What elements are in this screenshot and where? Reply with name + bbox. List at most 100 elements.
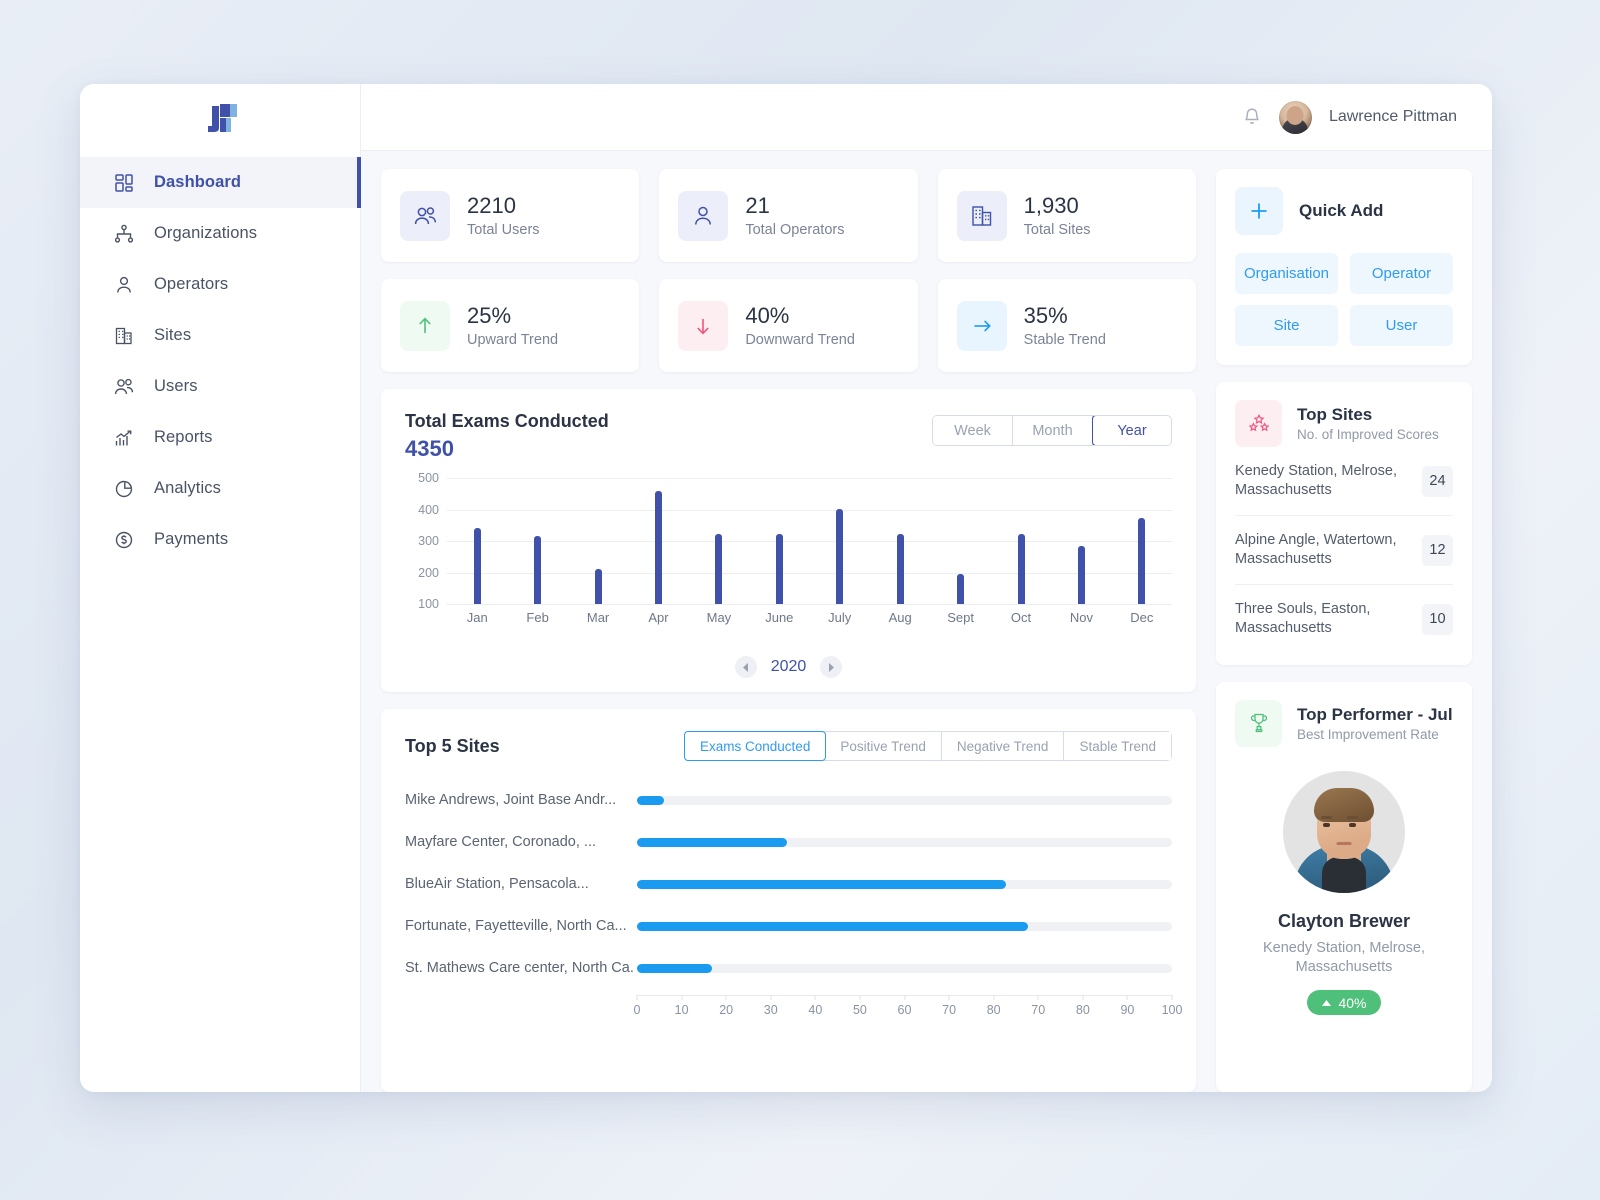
quick-add-user-button[interactable]: User xyxy=(1350,305,1453,346)
bar[interactable] xyxy=(775,534,783,604)
x-tick xyxy=(993,995,995,1000)
top5-bar-fill[interactable] xyxy=(637,837,787,847)
bar-column xyxy=(870,478,930,604)
stat-label: Total Operators xyxy=(745,221,845,238)
top-performer-subtitle: Best Improvement Rate xyxy=(1297,726,1439,742)
sidebar-item-payments[interactable]: Payments xyxy=(80,514,360,565)
top5-bar-fill[interactable] xyxy=(637,921,1028,931)
top5-bar-fill[interactable] xyxy=(637,963,712,973)
range-week-button[interactable]: Week xyxy=(933,416,1013,445)
top-site-name: Alpine Angle, Watertown, Massachusetts xyxy=(1235,531,1397,568)
top5-bar-track xyxy=(637,795,1172,805)
next-year-button[interactable] xyxy=(820,656,843,678)
stat-value: 35% xyxy=(1023,303,1068,329)
x-tick-label: 90 xyxy=(1120,1003,1135,1017)
bar-column xyxy=(689,478,749,604)
sidebar-item-reports[interactable]: Reports xyxy=(80,412,360,463)
sidebar-item-analytics[interactable]: Analytics xyxy=(80,463,360,514)
sidebar-item-sites[interactable]: Sites xyxy=(80,310,360,361)
bar[interactable] xyxy=(1138,518,1146,604)
top5-bar-label: Mike Andrews, Joint Base Andr... xyxy=(405,792,617,808)
quick-add-site-button[interactable]: Site xyxy=(1235,305,1338,346)
bar[interactable] xyxy=(473,528,481,604)
bar[interactable] xyxy=(534,536,542,604)
bar[interactable] xyxy=(654,491,662,604)
bar[interactable] xyxy=(836,508,844,604)
quick-add-buttons: Organisation Operator Site User xyxy=(1235,253,1453,346)
stat-card-upward-trend[interactable]: 25% Upward Trend xyxy=(381,279,640,372)
bar[interactable] xyxy=(896,534,904,604)
users-icon xyxy=(114,378,134,394)
tab-negative-trend[interactable]: Negative Trend xyxy=(941,732,1065,760)
top5-bar-fill[interactable] xyxy=(637,795,664,805)
right-column: Quick Add Organisation Operator Site Use… xyxy=(1216,169,1472,1092)
top5-bar-row: Fortunate, Fayetteville, North Ca... xyxy=(405,905,1172,947)
stat-label: Upward Trend xyxy=(467,331,559,348)
pie-chart-icon xyxy=(115,480,133,497)
stat-card-total-sites[interactable]: 1,930 Total Sites xyxy=(937,169,1196,262)
stat-value: 1,930 xyxy=(1023,193,1079,219)
current-year: 2020 xyxy=(770,658,807,675)
sidebar-item-users[interactable]: Users xyxy=(80,361,360,412)
stat-card-downward-trend[interactable]: 40% Downward Trend xyxy=(659,279,918,372)
quick-add-header: Quick Add xyxy=(1235,187,1453,235)
top-site-count: 12 xyxy=(1422,534,1453,566)
y-tick-label: 500 xyxy=(418,471,439,485)
bar-column xyxy=(930,478,990,604)
bar[interactable] xyxy=(957,573,965,604)
tab-exams-conducted[interactable]: Exams Conducted xyxy=(684,731,827,761)
x-tick xyxy=(814,995,816,1000)
bar[interactable] xyxy=(1077,546,1085,604)
top-site-row[interactable]: Three Souls, Easton, Massachusetts 10 xyxy=(1235,585,1453,653)
range-year-button[interactable]: Year xyxy=(1092,416,1171,445)
x-tick-label: Mar xyxy=(586,610,610,625)
app-logo[interactable] xyxy=(80,84,360,151)
chevron-right-icon xyxy=(828,662,834,672)
bar[interactable] xyxy=(715,534,723,604)
top-sites-list: Kenedy Station, Melrose, Massachusetts 24… xyxy=(1235,447,1453,653)
bar[interactable] xyxy=(594,569,602,604)
top-site-name: Kenedy Station, Melrose, Massachusetts xyxy=(1235,463,1398,499)
tab-stable-trend[interactable]: Stable Trend xyxy=(1064,732,1171,760)
top-site-count: 10 xyxy=(1422,603,1453,635)
top5-bar-track xyxy=(637,963,1172,973)
exams-total: 4350 xyxy=(405,436,454,461)
stat-card-total-users[interactable]: 2210 Total Users xyxy=(381,169,640,262)
quick-add-organisation-button[interactable]: Organisation xyxy=(1235,253,1338,294)
x-tick-label: 40 xyxy=(808,1003,823,1017)
quick-add-button[interactable] xyxy=(1235,187,1283,235)
x-tick xyxy=(1126,995,1128,1000)
range-month-button[interactable]: Month xyxy=(1013,416,1093,445)
quick-add-operator-button[interactable]: Operator xyxy=(1350,253,1453,294)
top5-bar-fill[interactable] xyxy=(637,879,1007,889)
sidebar-item-organizations[interactable]: Organizations xyxy=(80,208,360,259)
sidebar-item-dashboard[interactable]: Dashboard xyxy=(80,157,361,208)
top-performer-title: Top Performer - Jul xyxy=(1297,704,1453,724)
top-sites-title: Top Sites xyxy=(1297,405,1373,424)
top-site-row[interactable]: Kenedy Station, Melrose, Massachusetts 24 xyxy=(1235,447,1453,516)
bar[interactable] xyxy=(1017,534,1025,604)
top5-bar-label: Fortunate, Fayetteville, North Ca... xyxy=(405,918,627,934)
tab-positive-trend[interactable]: Positive Trend xyxy=(825,732,942,760)
sidebar-item-label: Organizations xyxy=(154,224,258,242)
stat-label: Stable Trend xyxy=(1023,331,1106,348)
user-icon xyxy=(117,276,131,293)
stat-card-total-operators[interactable]: 21 Total Operators xyxy=(659,169,918,262)
stats-row-trends: 25% Upward Trend 40% Downward Trend 35% … xyxy=(381,279,1196,372)
top5-bar-row: St. Mathews Care center, North Ca. xyxy=(405,947,1172,989)
x-tick xyxy=(1037,995,1039,1000)
x-tick-label: Apr xyxy=(648,610,669,625)
prev-year-button[interactable] xyxy=(734,656,757,678)
sidebar-item-operators[interactable]: Operators xyxy=(80,259,360,310)
y-tick-label: 200 xyxy=(418,565,439,580)
bell-icon[interactable] xyxy=(1242,106,1262,128)
top-sites-subtitle: No. of Improved Scores xyxy=(1297,427,1439,442)
top-site-row[interactable]: Alpine Angle, Watertown, Massachusetts 12 xyxy=(1235,516,1453,585)
avatar[interactable] xyxy=(1278,100,1312,134)
exams-range-toggle: Week Month Year xyxy=(932,415,1172,446)
x-tick-label: 80 xyxy=(986,1003,1001,1017)
exams-header: Total Exams Conducted 4350 Week Month Ye… xyxy=(405,411,1172,462)
sidebar-item-label: Payments xyxy=(154,530,229,548)
x-tick-label: 0 xyxy=(633,1003,641,1017)
stat-card-stable-trend[interactable]: 35% Stable Trend xyxy=(937,279,1196,372)
